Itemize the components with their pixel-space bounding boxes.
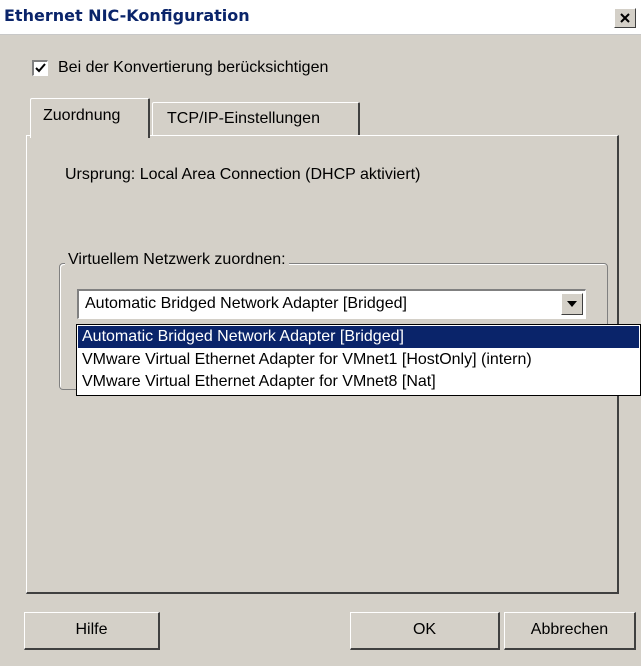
cancel-button[interactable]: Abbrechen — [504, 612, 636, 650]
help-button[interactable]: Hilfe — [24, 612, 160, 650]
source-connection-text: Ursprung: Local Area Connection (DHCP ak… — [65, 166, 421, 183]
checkmark-icon — [35, 63, 46, 73]
convert-checkbox[interactable] — [32, 60, 48, 76]
ok-button[interactable]: OK — [350, 612, 500, 650]
tab-zuordnung[interactable]: Zuordnung — [30, 98, 150, 138]
close-button[interactable] — [614, 8, 636, 28]
title-bar: Ethernet NIC-Konfiguration — [0, 0, 641, 35]
option-vmnet1-hostonly[interactable]: VMware Virtual Ethernet Adapter for VMne… — [78, 349, 639, 371]
option-bridged[interactable]: Automatic Bridged Network Adapter [Bridg… — [78, 326, 639, 348]
virtual-network-select-value: Automatic Bridged Network Adapter [Bridg… — [85, 295, 407, 312]
virtual-network-group-label: Virtuellem Netzwerk zuordnen: — [65, 251, 289, 269]
tab-tcpip-settings-label: TCP/IP-Einstellungen — [167, 110, 320, 127]
window-title: Ethernet NIC-Konfiguration — [4, 6, 250, 25]
dropdown-arrow-button[interactable] — [561, 293, 583, 315]
option-vmnet8-nat[interactable]: VMware Virtual Ethernet Adapter for VMne… — [78, 371, 639, 393]
nic-config-dialog: Ethernet NIC-Konfiguration Bei der Konve… — [0, 0, 641, 666]
virtual-network-select[interactable]: Automatic Bridged Network Adapter [Bridg… — [77, 289, 586, 319]
virtual-network-options-list: Automatic Bridged Network Adapter [Bridg… — [76, 324, 641, 396]
tab-zuordnung-label: Zuordnung — [43, 107, 121, 124]
convert-checkbox-label[interactable]: Bei der Konvertierung berücksichtigen — [58, 59, 328, 77]
tab-tcpip-settings[interactable]: TCP/IP-Einstellungen — [152, 102, 360, 136]
chevron-down-icon — [567, 301, 577, 307]
close-icon — [620, 13, 630, 23]
